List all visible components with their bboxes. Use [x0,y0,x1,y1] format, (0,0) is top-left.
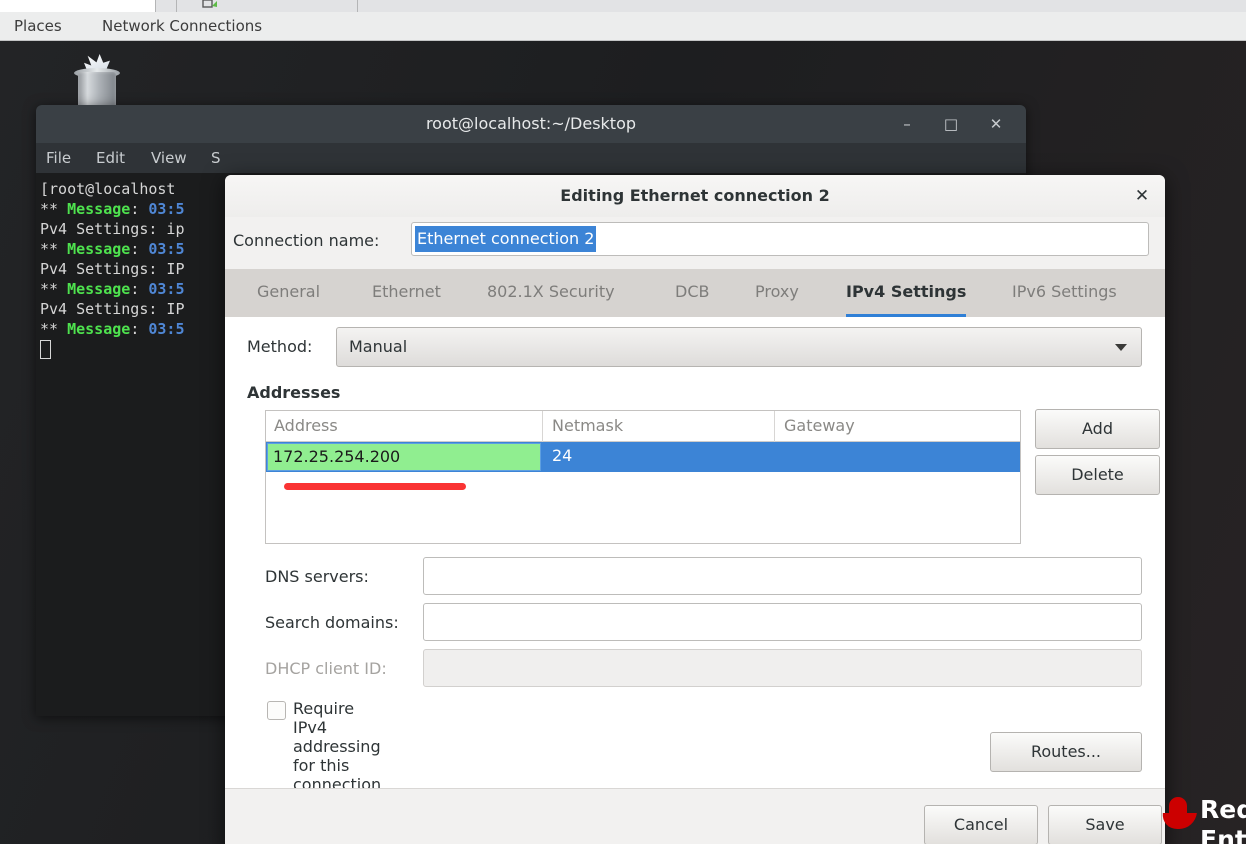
terminal-menu-search[interactable]: S [211,148,221,168]
chevron-down-icon [1115,344,1127,351]
dhcp-client-id-input [423,649,1142,687]
method-label: Method: [247,337,313,356]
connection-name-value: Ethernet connection 2 [415,226,597,252]
redhat-fedora-icon [1161,797,1197,831]
require-ipv4-checkbox[interactable] [267,701,286,720]
strip-divider [357,0,358,12]
terminal-menu-edit[interactable]: Edit [96,148,125,168]
terminal-titlebar[interactable]: root@localhost:~/Desktop – □ ✕ [36,105,1026,144]
screen: Places Network Connections root@localhos… [0,0,1246,844]
column-header-netmask: Netmask [552,416,624,435]
desktop-background: root@localhost:~/Desktop – □ ✕ File Edit… [0,41,1246,844]
address-cell-value: 172.25.254.200 [273,447,401,466]
tab-ipv6-settings[interactable]: IPv6 Settings [1012,269,1117,317]
method-dropdown[interactable]: Manual [336,327,1142,367]
editing-connection-dialog[interactable]: Editing Ethernet connection 2 ✕ Connecti… [225,175,1165,844]
tab-dcb[interactable]: DCB [675,269,709,317]
addresses-table[interactable]: Address Netmask Gateway 172.25.254.200 2… [265,410,1021,544]
tab-ipv4-settings[interactable]: IPv4 Settings [846,269,967,317]
delete-address-button[interactable]: Delete [1035,455,1160,495]
strip-divider [176,0,177,12]
address-cell-editing[interactable]: 172.25.254.200 [267,443,541,471]
desktop-menubar: Places Network Connections [0,12,1246,41]
terminal-menubar: File Edit View S [36,143,1026,173]
close-icon[interactable]: ✕ [987,116,1005,132]
search-domains-input[interactable] [423,603,1142,641]
terminal-menu-file[interactable]: File [46,148,71,168]
fedora-brim [1161,813,1197,829]
tab-proxy[interactable]: Proxy [755,269,799,317]
add-address-button[interactable]: Add [1035,409,1160,449]
addresses-table-header: Address Netmask Gateway [266,411,1020,442]
dhcp-client-id-label: DHCP client ID: [265,659,387,678]
save-button[interactable]: Save [1048,805,1162,844]
settings-tabbar: General Ethernet 802.1X Security DCB Pro… [225,269,1165,318]
redhat-branding: Red Ent [1160,789,1246,844]
column-divider [774,411,775,442]
column-divider [542,411,543,442]
routes-button[interactable]: Routes... [990,732,1142,772]
search-domains-label: Search domains: [265,613,399,632]
close-icon[interactable]: ✕ [1131,186,1153,208]
tab-802-1x-security[interactable]: 802.1X Security [487,269,615,317]
network-icon [202,0,217,8]
dialog-title: Editing Ethernet connection 2 [560,186,830,205]
connection-name-row: Connection name: Ethernet connection 2 [225,217,1165,269]
tab-ethernet[interactable]: Ethernet [372,269,441,317]
connection-name-label: Connection name: [233,231,380,250]
redhat-line2: Ent [1200,825,1246,844]
cancel-button[interactable]: Cancel [924,805,1038,844]
addresses-section-title: Addresses [247,383,341,402]
minimize-icon[interactable]: – [898,116,916,132]
dialog-footer: Cancel Save [225,788,1165,844]
column-header-gateway: Gateway [784,416,855,435]
terminal-title: root@localhost:~/Desktop [425,114,637,133]
netmask-cell-value: 24 [552,446,573,465]
redhat-line1: Red [1200,795,1246,824]
ipv4-settings-panel: Method: Manual Addresses Address Netmask… [225,317,1165,832]
window-list-item-active[interactable] [0,0,155,12]
column-header-address: Address [274,416,338,435]
method-value: Manual [349,337,408,356]
connection-name-input[interactable]: Ethernet connection 2 [411,222,1149,256]
menu-network-connections[interactable]: Network Connections [102,16,262,36]
strip-divider [155,0,156,12]
dialog-titlebar[interactable]: Editing Ethernet connection 2 ✕ [225,175,1165,218]
table-row[interactable]: 172.25.254.200 24 [266,442,1020,472]
maximize-icon[interactable]: □ [942,116,960,132]
menu-places[interactable]: Places [14,16,62,36]
dns-servers-label: DNS servers: [265,567,369,586]
tab-general[interactable]: General [257,269,320,317]
dns-servers-input[interactable] [423,557,1142,595]
terminal-menu-view[interactable]: View [151,148,187,168]
red-annotation-stroke [284,483,466,490]
